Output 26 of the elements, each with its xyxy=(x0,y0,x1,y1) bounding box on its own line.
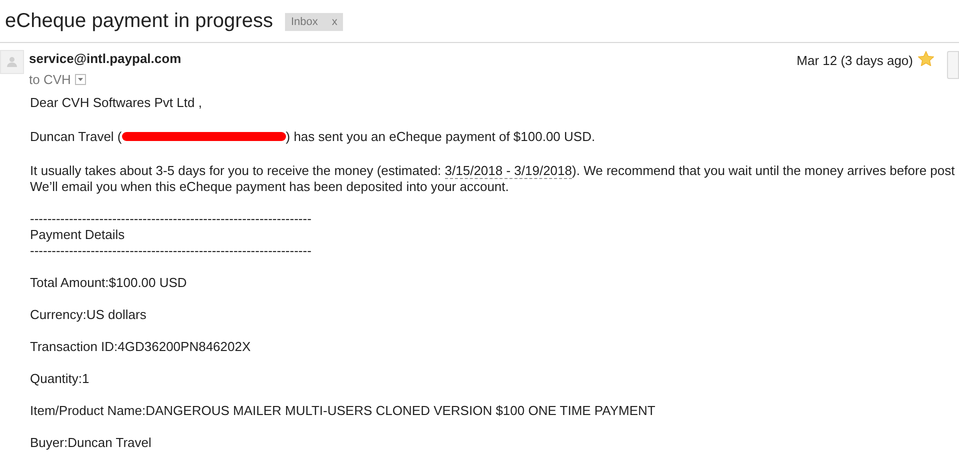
date-text: Mar 12 (3 days ago) xyxy=(796,52,913,70)
separator-text: ----------------------------------------------------------------- xyxy=(30,242,312,258)
toolbar-button[interactable] xyxy=(947,51,959,79)
detail-text: Currency:US dollars xyxy=(30,306,148,322)
detail-text: Quantity:1 xyxy=(30,370,90,386)
separator-text: ----------------------------------------------------------------- xyxy=(30,210,312,226)
info-text: It usually takes about 3-5 days for you to receive the money (estimated: xyxy=(30,162,442,178)
detail-text: Total Amount:$100.00 USD xyxy=(30,274,188,290)
payment-sentence: ) has sent you an eCheque payment of $100.00 USD. xyxy=(286,128,596,144)
info-text: ). We recommend that you wait until the money arrives before post xyxy=(572,162,955,178)
label-text: Inbox xyxy=(290,14,318,30)
greeting-text: Dear CVH Softwares Pvt Ltd , xyxy=(30,94,203,110)
recipient-text: to CVH xyxy=(29,71,71,89)
detail-text: Buyer:Duncan Travel xyxy=(30,434,152,450)
detail-text: Transaction ID:4GD36200PN846202X xyxy=(30,338,252,354)
detail-text: Item/Product Name:DANGEROUS MAILER MULTI-USERS CLONED VERSION $100 ONE TIME PAYMENT xyxy=(30,402,656,418)
date-range-link[interactable]: 3/15/2018 - 3/19/2018 xyxy=(444,162,572,178)
caret-icon xyxy=(78,78,83,82)
details-heading: Payment Details xyxy=(30,226,126,242)
email-subject: eCheque payment in progress xyxy=(5,9,273,34)
sender-email: service@intl.paypal.com xyxy=(29,50,182,67)
info-text: We’ll email you when this eCheque payment has been deposited into your account. xyxy=(30,178,510,194)
dropdown-button[interactable] xyxy=(74,74,86,86)
star-icon[interactable] xyxy=(918,51,934,66)
sender-text: Duncan Travel ( xyxy=(30,128,122,144)
avatar-icon xyxy=(0,50,24,74)
